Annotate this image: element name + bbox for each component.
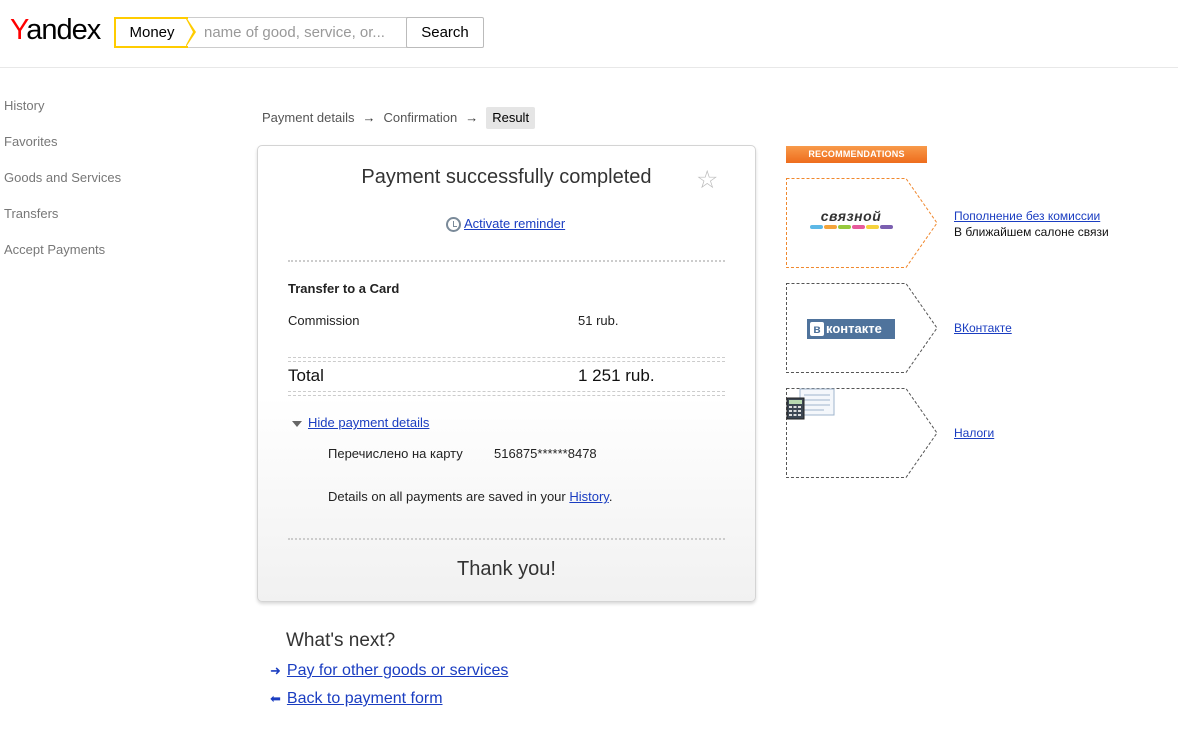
- total-label: Total: [288, 366, 324, 385]
- recommendation-taxes-text: Налоги: [954, 425, 994, 441]
- breadcrumb-arrow: →: [465, 110, 479, 125]
- activate-reminder-link[interactable]: Activate reminder: [464, 216, 565, 231]
- total-value: 1 251 rub.: [578, 366, 655, 385]
- breadcrumb-step-confirmation: Confirmation: [383, 110, 458, 125]
- triangle-down-icon: [292, 420, 302, 427]
- history-note-end: .: [608, 489, 613, 504]
- svyaznoy-subtext: В ближайшем салоне связи: [954, 225, 1109, 239]
- recommendation-vkontakte[interactable]: в контакте: [786, 283, 938, 373]
- svyaznoy-logo-text: связной: [820, 208, 882, 224]
- svyaznoy-link[interactable]: Пополнение без комиссии: [954, 209, 1100, 223]
- transferred-label: Перечислено на карту: [328, 446, 463, 461]
- breadcrumb-step-result: Result: [486, 107, 536, 129]
- svyaznoy-logo-bars: [808, 225, 894, 229]
- recommendations-header: RECOMMENDATIONS: [786, 146, 927, 163]
- sidebar-item-accept-payments[interactable]: Accept Payments: [4, 240, 121, 276]
- section-title: Transfer to a Card: [288, 281, 400, 296]
- tax-calculator-icon: [786, 388, 835, 420]
- search-input[interactable]: name of good, service, or...: [188, 17, 421, 48]
- vk-logo-text: контакте: [826, 321, 882, 336]
- commission-label: Commission: [288, 313, 360, 328]
- back-to-payment-form-link[interactable]: Back to payment form: [287, 690, 443, 707]
- recommendation-taxes[interactable]: [786, 388, 938, 478]
- arrow-left-icon: ⬅: [270, 691, 281, 706]
- breadcrumb: Payment details → Confirmation → Result: [262, 107, 536, 129]
- breadcrumb-arrow: →: [362, 110, 376, 125]
- vkontakte-link[interactable]: ВКонтакте: [954, 321, 1012, 335]
- divider: [288, 391, 725, 396]
- next-link-other-goods[interactable]: ➜ Pay for other goods or services: [270, 662, 508, 680]
- vk-letter: в: [810, 322, 824, 336]
- recommendation-vkontakte-text: ВКонтакте: [954, 320, 1012, 336]
- thank-you-text: Thank you!: [457, 558, 556, 580]
- sidebar-item-favorites[interactable]: Favorites: [4, 132, 121, 168]
- next-link-back[interactable]: ⬅ Back to payment form: [270, 690, 443, 708]
- commission-value: 51 rub.: [578, 313, 619, 328]
- arrow-right-icon: ➜: [270, 663, 281, 678]
- transferred-value: 516875******8478: [494, 446, 597, 461]
- divider: [288, 357, 725, 362]
- search-button[interactable]: Search: [406, 17, 484, 48]
- payment-result-card: Payment successfully completed ☆ Activat…: [257, 145, 756, 602]
- sidebar-item-history[interactable]: History: [4, 96, 121, 132]
- alarm-clock-icon: [446, 217, 461, 233]
- whats-next-title: What's next?: [286, 630, 396, 651]
- history-note: Details on all payments are saved in you…: [328, 489, 612, 504]
- card-title: Payment successfully completed: [361, 166, 652, 188]
- vkontakte-logo: в контакте: [807, 319, 895, 339]
- pay-other-goods-link[interactable]: Pay for other goods or services: [287, 662, 508, 679]
- service-label[interactable]: Money: [114, 17, 188, 48]
- taxes-link[interactable]: Налоги: [954, 426, 994, 440]
- breadcrumb-step-payment-details: Payment details: [262, 110, 355, 125]
- recommendation-svyaznoy[interactable]: связной: [786, 178, 938, 268]
- logo-letter-y: Y: [10, 14, 27, 46]
- logo-rest: andex: [26, 14, 101, 46]
- sidebar-item-transfers[interactable]: Transfers: [4, 204, 121, 240]
- reminder: Activate reminder: [446, 216, 565, 233]
- yandex-logo[interactable]: Yandex: [10, 14, 101, 47]
- divider: [288, 260, 725, 262]
- sidebar-item-goods-and-services[interactable]: Goods and Services: [4, 168, 121, 204]
- recommendation-svyaznoy-text: Пополнение без комиссии В ближайшем сало…: [954, 208, 1109, 240]
- header: Yandex Money name of good, service, or..…: [0, 0, 1178, 68]
- hide-details-link[interactable]: Hide payment details: [308, 415, 429, 430]
- divider: [288, 538, 725, 540]
- hide-details-toggle[interactable]: Hide payment details: [292, 415, 429, 430]
- history-note-text: Details on all payments are saved in you…: [328, 489, 570, 504]
- sidebar: History Favorites Goods and Services Tra…: [4, 96, 121, 276]
- svyaznoy-logo: связной: [808, 208, 894, 232]
- star-icon[interactable]: ☆: [696, 165, 718, 195]
- history-link[interactable]: History: [569, 489, 608, 504]
